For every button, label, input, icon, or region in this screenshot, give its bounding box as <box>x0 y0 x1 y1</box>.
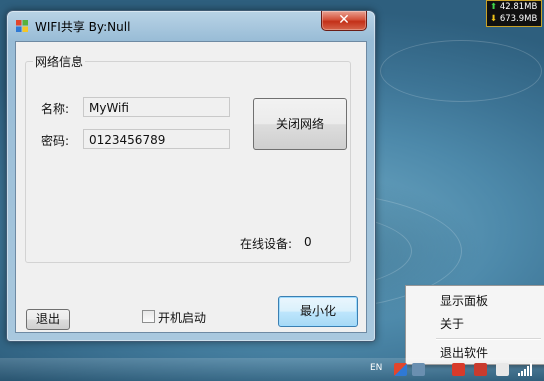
menu-separator <box>436 338 541 340</box>
window-client-area: 网络信息 名称: MyWifi 密码: 0123456789 关闭网络 在线设备… <box>15 41 367 333</box>
online-devices-count: 0 <box>304 235 312 249</box>
close-button[interactable]: ✕ <box>321 11 367 31</box>
group-title: 网络信息 <box>33 53 86 70</box>
upload-arrow-icon: ⬆ <box>490 2 498 12</box>
tray-app-icon[interactable] <box>394 363 407 376</box>
ssid-label: 名称: <box>41 102 70 116</box>
close-icon: ✕ <box>338 12 350 28</box>
password-field[interactable]: 0123456789 <box>83 129 230 149</box>
wifi-share-window: WIFI共享 By:Null ✕ 网络信息 名称: MyWifi 密码: 012… <box>6 10 376 342</box>
upload-amount: 42.81MB <box>499 2 538 12</box>
autostart-checkbox[interactable] <box>142 310 155 323</box>
network-monitor-widget: ⬆ 42.81MB ⬇ 673.9MB <box>486 0 542 27</box>
online-devices-label: 在线设备: <box>240 237 293 251</box>
exit-button[interactable]: 退出 <box>26 309 70 330</box>
tray-volume-icon[interactable] <box>496 363 509 376</box>
download-arrow-icon: ⬇ <box>490 14 498 24</box>
network-signal-icon[interactable] <box>518 363 532 376</box>
tray-action-center-icon[interactable] <box>474 363 487 376</box>
ssid-field[interactable]: MyWifi <box>83 97 230 117</box>
autostart-label[interactable]: 开机启动 <box>158 309 206 326</box>
taskbar-tray: EN <box>0 358 544 381</box>
download-amount: 673.9MB <box>499 14 538 24</box>
window-title: WIFI共享 By:Null <box>35 20 131 34</box>
app-icon <box>16 20 28 32</box>
network-info-group: 网络信息 名称: MyWifi 密码: 0123456789 关闭网络 在线设备… <box>25 53 351 263</box>
menu-item-show-panel[interactable]: 显示面板 <box>440 292 488 309</box>
menu-item-about[interactable]: 关于 <box>440 315 464 332</box>
password-label: 密码: <box>41 134 70 148</box>
minimize-button[interactable]: 最小化 <box>278 296 358 327</box>
tray-flag-icon[interactable] <box>452 363 465 376</box>
language-indicator[interactable]: EN <box>370 363 382 373</box>
tray-context-menu: 显示面板 关于 退出软件 <box>405 285 544 365</box>
water-ripple <box>380 40 542 102</box>
title-bar[interactable]: WIFI共享 By:Null ✕ <box>7 11 375 37</box>
close-network-button[interactable]: 关闭网络 <box>253 98 347 150</box>
tray-app-icon[interactable] <box>412 363 425 376</box>
